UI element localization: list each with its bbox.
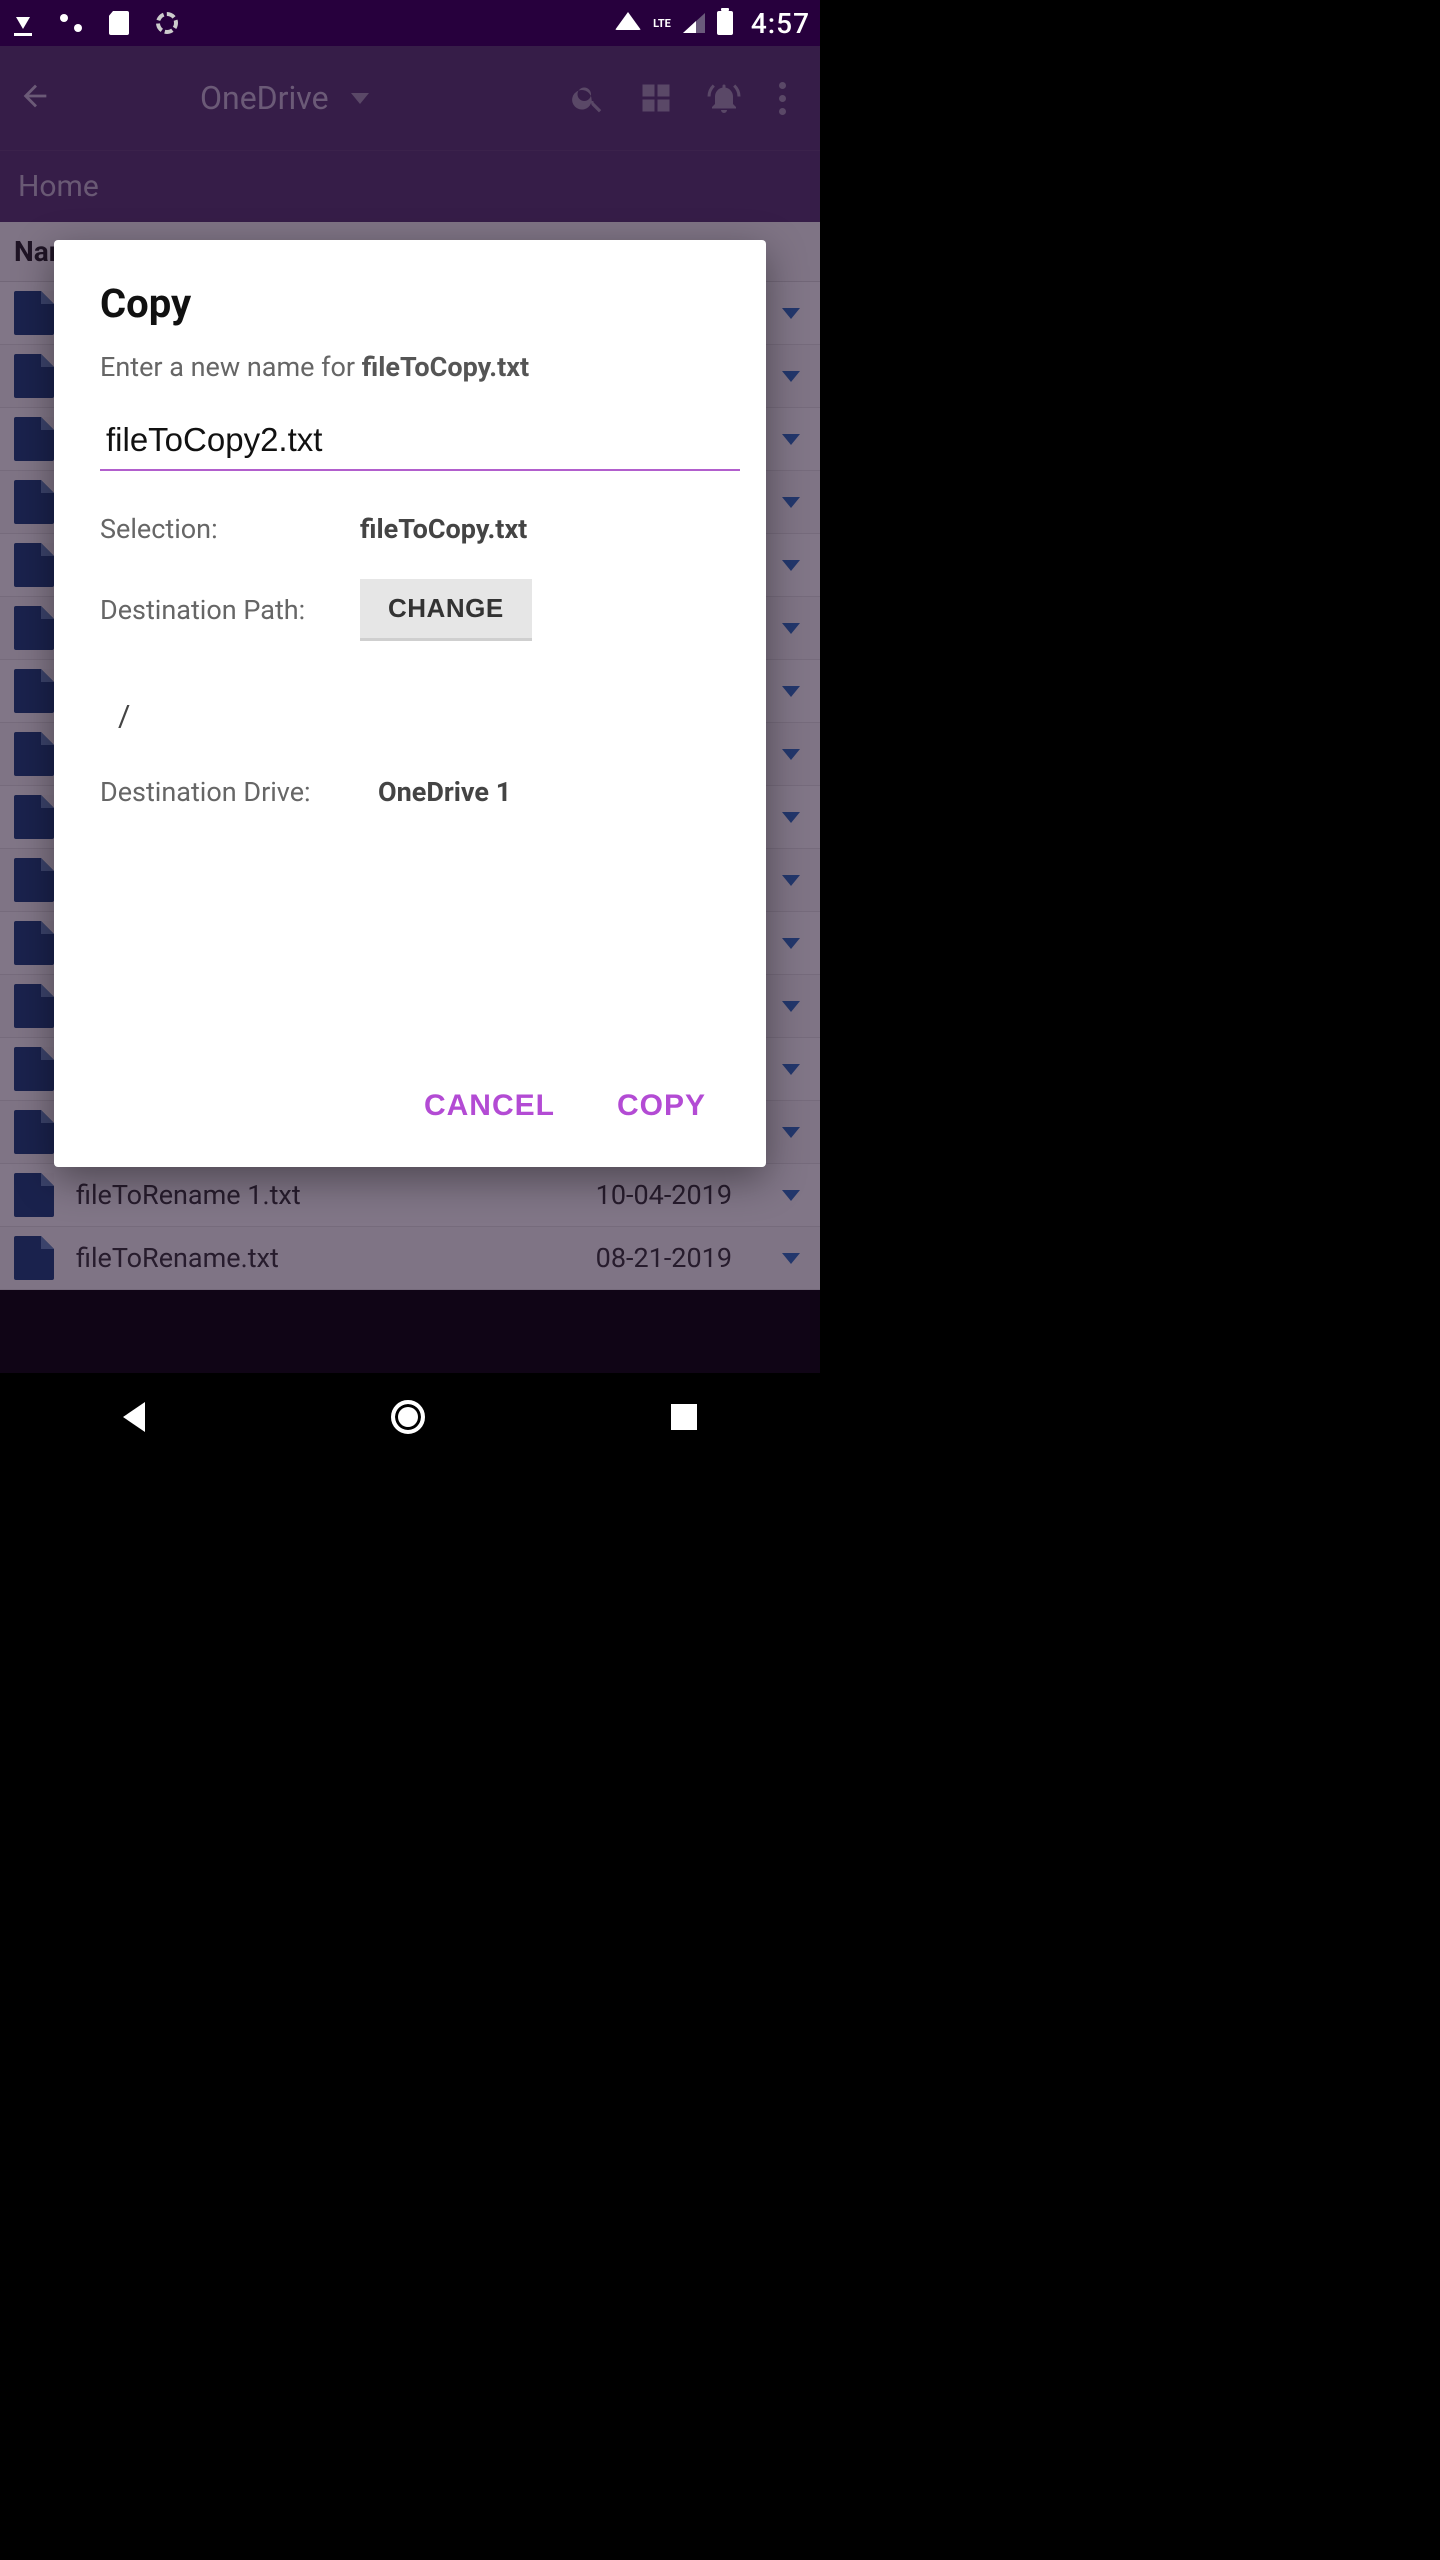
destination-drive-label: Destination Drive: [100,776,378,808]
nav-recent-button[interactable] [671,1404,697,1430]
destination-path-label: Destination Path: [100,594,360,626]
lte-icon: LTE [653,18,671,29]
status-clock: 4:57 [751,7,810,40]
filename-input[interactable] [100,415,740,471]
nav-home-button[interactable] [391,1400,425,1434]
download-icon [10,10,36,36]
wifi-icon [615,12,641,30]
sd-card-icon [109,11,129,35]
copy-confirm-button[interactable]: COPY [611,1075,712,1137]
nav-back-button[interactable] [123,1402,145,1432]
selection-value: fileToCopy.txt [360,513,527,545]
selection-label: Selection: [100,513,360,545]
destination-drive-value: OneDrive 1 [378,776,511,808]
dialog-title: Copy [100,280,720,327]
copy-dialog: Copy Enter a new name for fileToCopy.txt… [54,240,766,1167]
dialog-prompt: Enter a new name for fileToCopy.txt [100,351,720,383]
status-bar: LTE 4:57 [0,0,820,46]
sync-icon [156,12,178,34]
status-dots-icon [58,10,84,36]
destination-path-value: / [118,699,720,734]
cell-signal-icon [683,13,705,33]
change-destination-button[interactable]: CHANGE [360,579,532,641]
battery-icon [717,11,733,35]
system-nav-bar [0,1373,820,1460]
cancel-button[interactable]: CANCEL [418,1075,561,1137]
